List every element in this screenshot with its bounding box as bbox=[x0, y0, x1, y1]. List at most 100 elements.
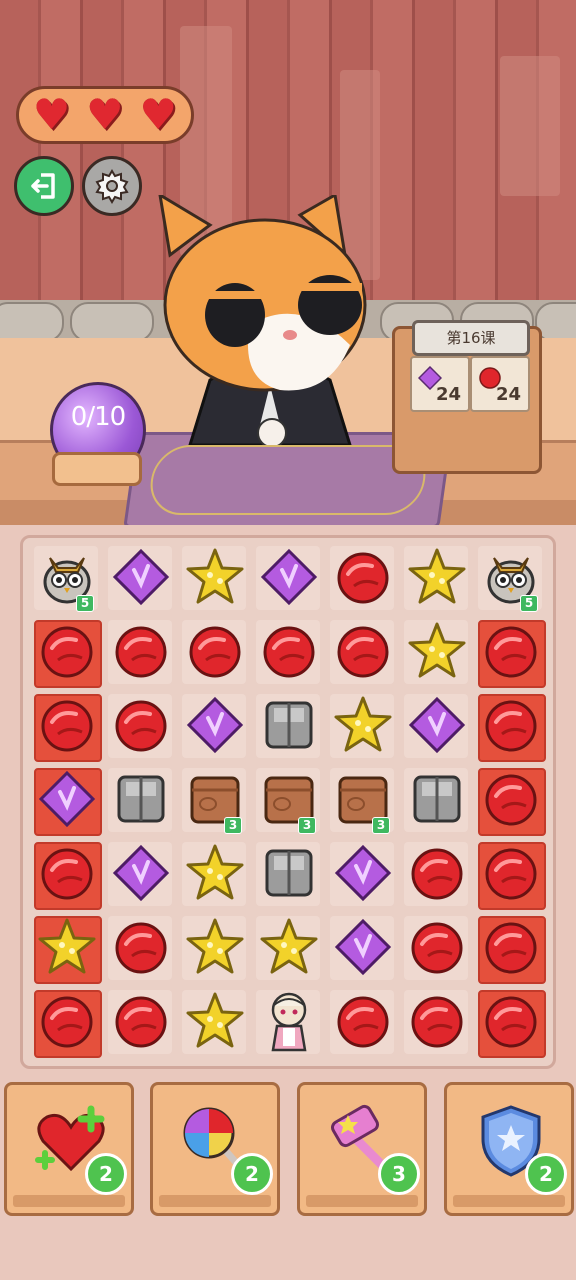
board-cell[interactable] bbox=[252, 912, 326, 986]
red-tile[interactable] bbox=[38, 844, 96, 906]
metal-tile[interactable] bbox=[408, 770, 466, 832]
red-tile[interactable] bbox=[408, 992, 466, 1054]
board-cell[interactable] bbox=[474, 986, 548, 1060]
board-cell[interactable] bbox=[30, 986, 104, 1060]
board-cell[interactable] bbox=[104, 690, 178, 764]
board-cell[interactable] bbox=[400, 690, 474, 764]
yellow-tile[interactable] bbox=[185, 917, 245, 981]
board-cell[interactable] bbox=[252, 690, 326, 764]
yellow-tile[interactable] bbox=[259, 917, 319, 981]
board-cell[interactable]: 3 bbox=[326, 764, 400, 838]
purple-tile[interactable] bbox=[38, 770, 96, 832]
purple-tile[interactable] bbox=[334, 918, 392, 980]
board-cell[interactable] bbox=[252, 616, 326, 690]
board-cell[interactable] bbox=[400, 542, 474, 616]
board-cell[interactable] bbox=[30, 616, 104, 690]
board-cell[interactable] bbox=[474, 616, 548, 690]
maid-character[interactable] bbox=[259, 988, 319, 1058]
red-tile[interactable] bbox=[38, 696, 96, 758]
yellow-tile[interactable] bbox=[333, 695, 393, 759]
board-cell[interactable] bbox=[104, 616, 178, 690]
yellow-tile[interactable] bbox=[37, 917, 97, 981]
board-cell[interactable] bbox=[474, 764, 548, 838]
red-tile[interactable] bbox=[334, 622, 392, 684]
red-tile[interactable] bbox=[112, 918, 170, 980]
exit-button[interactable] bbox=[14, 156, 74, 216]
board-cell[interactable] bbox=[400, 764, 474, 838]
board-cell[interactable] bbox=[178, 542, 252, 616]
red-tile[interactable] bbox=[482, 844, 540, 906]
red-tile[interactable] bbox=[260, 622, 318, 684]
board-cell[interactable] bbox=[326, 616, 400, 690]
board-cell[interactable] bbox=[252, 838, 326, 912]
board-cell[interactable] bbox=[30, 912, 104, 986]
board-cell[interactable] bbox=[178, 838, 252, 912]
purple-tile[interactable] bbox=[260, 548, 318, 610]
red-tile[interactable] bbox=[38, 622, 96, 684]
booster-heart[interactable]: 2 bbox=[4, 1082, 134, 1216]
board-cell[interactable] bbox=[178, 616, 252, 690]
board-cell[interactable] bbox=[30, 838, 104, 912]
board-cell[interactable] bbox=[30, 764, 104, 838]
yellow-tile[interactable] bbox=[407, 547, 467, 611]
red-tile[interactable] bbox=[112, 696, 170, 758]
board-cell[interactable] bbox=[326, 690, 400, 764]
yellow-tile[interactable] bbox=[185, 843, 245, 907]
purple-tile[interactable] bbox=[408, 696, 466, 758]
red-tile[interactable] bbox=[334, 992, 392, 1054]
board-cell[interactable]: 5 bbox=[474, 542, 548, 616]
red-tile[interactable] bbox=[408, 918, 466, 980]
red-tile[interactable] bbox=[482, 770, 540, 832]
board-cell[interactable] bbox=[252, 986, 326, 1060]
board-cell[interactable] bbox=[400, 986, 474, 1060]
purple-tile[interactable] bbox=[186, 696, 244, 758]
board-cell[interactable]: 3 bbox=[252, 764, 326, 838]
board-cell[interactable] bbox=[326, 912, 400, 986]
yellow-tile[interactable] bbox=[185, 991, 245, 1055]
board-cell[interactable] bbox=[104, 986, 178, 1060]
board-cell[interactable] bbox=[474, 690, 548, 764]
board-cell[interactable] bbox=[178, 912, 252, 986]
board-cell[interactable] bbox=[252, 542, 326, 616]
red-tile[interactable] bbox=[38, 992, 96, 1054]
red-tile[interactable] bbox=[482, 918, 540, 980]
purple-tile[interactable] bbox=[334, 844, 392, 906]
red-tile[interactable] bbox=[482, 992, 540, 1054]
red-tile[interactable] bbox=[334, 548, 392, 610]
board-cell[interactable] bbox=[104, 764, 178, 838]
red-tile[interactable] bbox=[112, 992, 170, 1054]
red-tile[interactable] bbox=[408, 844, 466, 906]
board-cell[interactable]: 3 bbox=[178, 764, 252, 838]
board-cell[interactable] bbox=[400, 912, 474, 986]
board-cell[interactable] bbox=[104, 542, 178, 616]
board-cell[interactable]: 5 bbox=[30, 542, 104, 616]
metal-tile[interactable] bbox=[112, 770, 170, 832]
red-tile[interactable] bbox=[482, 696, 540, 758]
board-cell[interactable] bbox=[104, 838, 178, 912]
board-cell[interactable] bbox=[104, 912, 178, 986]
board-cell[interactable] bbox=[178, 986, 252, 1060]
metal-tile[interactable] bbox=[260, 696, 318, 758]
purple-tile[interactable] bbox=[112, 844, 170, 906]
board-cell[interactable] bbox=[400, 838, 474, 912]
red-tile[interactable] bbox=[482, 622, 540, 684]
board-cell[interactable] bbox=[30, 690, 104, 764]
board-cell[interactable] bbox=[326, 986, 400, 1060]
purple-tile[interactable] bbox=[112, 548, 170, 610]
settings-button[interactable] bbox=[82, 156, 142, 216]
booster-shield[interactable]: 2 bbox=[444, 1082, 574, 1216]
booster-lollipop[interactable]: 2 bbox=[150, 1082, 280, 1216]
board-cell[interactable] bbox=[400, 616, 474, 690]
board-cell[interactable] bbox=[326, 542, 400, 616]
booster-count: 2 bbox=[231, 1153, 273, 1195]
yellow-tile[interactable] bbox=[185, 547, 245, 611]
board-cell[interactable] bbox=[326, 838, 400, 912]
booster-hammer[interactable]: 3 bbox=[297, 1082, 427, 1216]
board-cell[interactable] bbox=[178, 690, 252, 764]
board-cell[interactable] bbox=[474, 838, 548, 912]
red-tile[interactable] bbox=[112, 622, 170, 684]
board-cell[interactable] bbox=[474, 912, 548, 986]
yellow-tile[interactable] bbox=[407, 621, 467, 685]
metal-tile[interactable] bbox=[260, 844, 318, 906]
red-tile[interactable] bbox=[186, 622, 244, 684]
